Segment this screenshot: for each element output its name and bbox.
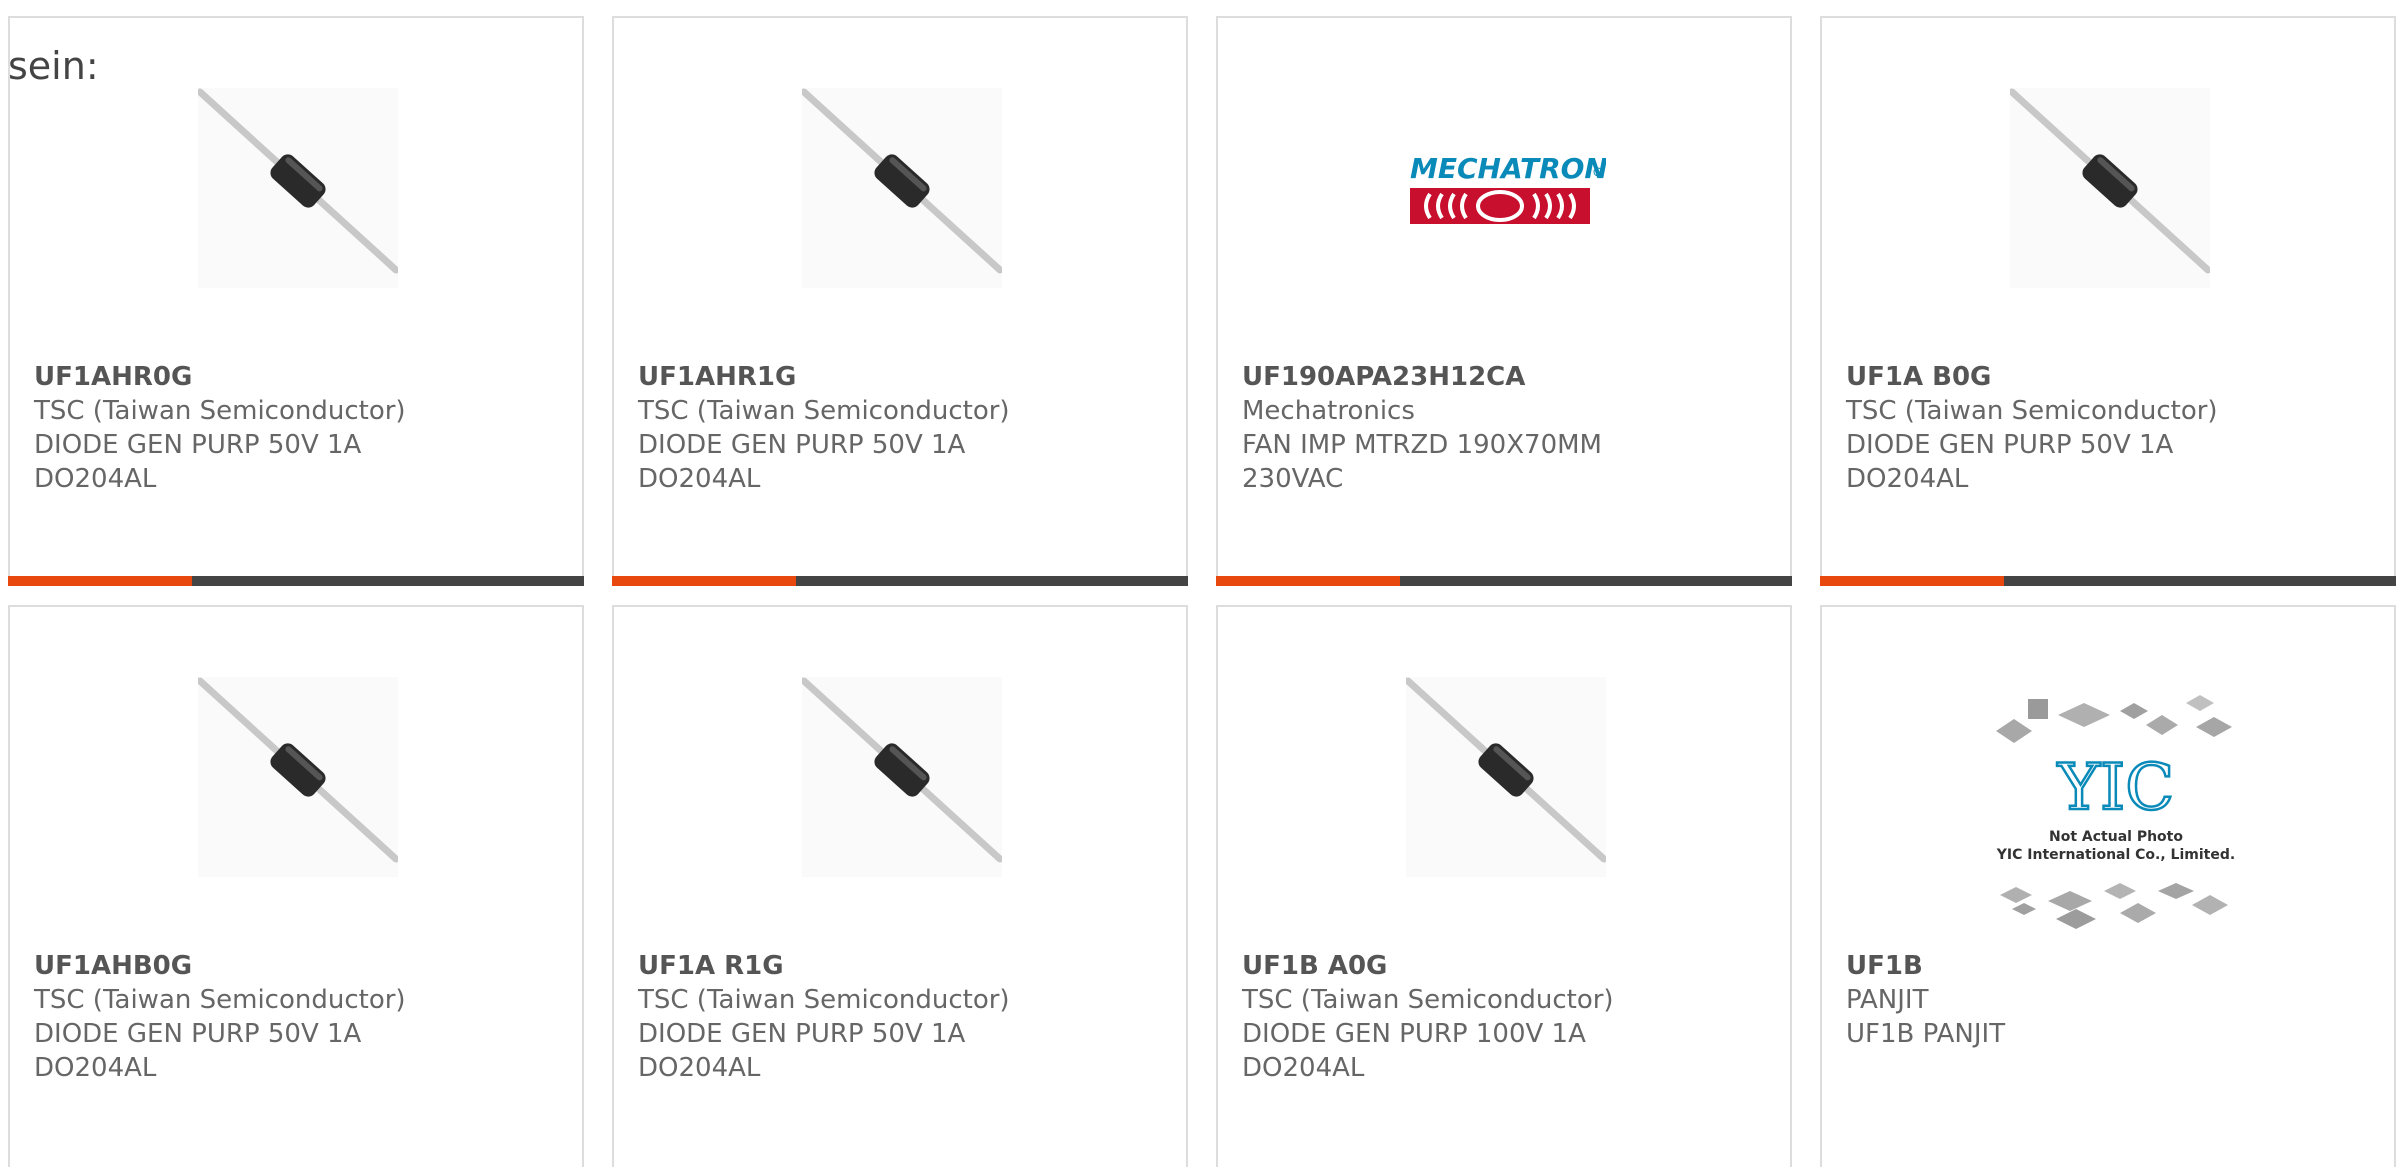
intro-text: sein: bbox=[8, 44, 99, 88]
diode-image[interactable] bbox=[2010, 88, 2210, 288]
description-line-1: DIODE GEN PURP 50V 1A bbox=[638, 430, 966, 460]
product-card[interactable]: UF1A B0G TSC (Taiwan Semiconductor) DIOD… bbox=[1820, 16, 2396, 586]
part-number[interactable]: UF1A R1G bbox=[638, 949, 1010, 983]
product-info: UF1A R1G TSC (Taiwan Semiconductor) DIOD… bbox=[638, 949, 1010, 1085]
diode-image[interactable] bbox=[802, 88, 1002, 288]
product-card[interactable]: UF1AHB0G TSC (Taiwan Semiconductor) DIOD… bbox=[8, 605, 584, 1167]
placeholder-caption-1: Not Actual Photo bbox=[2049, 829, 2183, 845]
card-footer-bar bbox=[612, 576, 1188, 586]
product-info: UF1AHR0G TSC (Taiwan Semiconductor) DIOD… bbox=[34, 360, 406, 496]
manufacturer: TSC (Taiwan Semiconductor) bbox=[638, 985, 1010, 1015]
card-footer-bar bbox=[1216, 576, 1792, 586]
card-footer-bar bbox=[1820, 576, 2396, 586]
product-info: UF1B PANJIT UF1B PANJIT bbox=[1846, 949, 2005, 1051]
description-line-2: 230VAC bbox=[1242, 464, 1344, 494]
product-info: UF1AHB0G TSC (Taiwan Semiconductor) DIOD… bbox=[34, 949, 406, 1085]
card-accent-bar bbox=[1820, 576, 2004, 586]
product-info: UF190APA23H12CA Mechatronics FAN IMP MTR… bbox=[1242, 360, 1602, 496]
description-line-2: DO204AL bbox=[638, 1053, 761, 1083]
product-card[interactable]: MECHATRONICS UF190APA23H12CA Mechatronic bbox=[1216, 16, 1792, 586]
description-line-1: DIODE GEN PURP 50V 1A bbox=[1846, 430, 2174, 460]
product-card[interactable]: UF1AHR0G TSC (Taiwan Semiconductor) DIOD… bbox=[8, 16, 584, 586]
part-number[interactable]: UF190APA23H12CA bbox=[1242, 360, 1602, 394]
part-number[interactable]: UF1AHR1G bbox=[638, 360, 1010, 394]
diode-image[interactable] bbox=[198, 88, 398, 288]
mechatronics-logo[interactable]: MECHATRONICS bbox=[1406, 88, 1606, 288]
manufacturer: PANJIT bbox=[1846, 985, 1929, 1015]
logo-wordmark: MECHATRONICS bbox=[1410, 152, 1606, 185]
description-line-1: DIODE GEN PURP 100V 1A bbox=[1242, 1019, 1586, 1049]
product-card[interactable]: UF1B A0G TSC (Taiwan Semiconductor) DIOD… bbox=[1216, 605, 1792, 1167]
product-info: UF1B A0G TSC (Taiwan Semiconductor) DIOD… bbox=[1242, 949, 1614, 1085]
manufacturer: TSC (Taiwan Semiconductor) bbox=[34, 985, 406, 1015]
yic-placeholder-image[interactable]: YIC Not Actual Photo YIC International C… bbox=[1986, 691, 2246, 931]
description-line-1: FAN IMP MTRZD 190X70MM bbox=[1242, 430, 1602, 460]
description-line-1: DIODE GEN PURP 50V 1A bbox=[638, 1019, 966, 1049]
part-number[interactable]: UF1A B0G bbox=[1846, 360, 2218, 394]
description-line-2: DO204AL bbox=[1846, 464, 1969, 494]
description-line-1: DIODE GEN PURP 50V 1A bbox=[34, 430, 362, 460]
manufacturer: Mechatronics bbox=[1242, 396, 1415, 426]
diode-image[interactable] bbox=[1406, 677, 1606, 877]
manufacturer: TSC (Taiwan Semiconductor) bbox=[1242, 985, 1614, 1015]
product-grid-page: sein: UF1AHR0G TSC (Taiwan Semiconductor… bbox=[0, 0, 2400, 1167]
placeholder-caption-2: YIC International Co., Limited. bbox=[1996, 847, 2235, 863]
card-accent-bar bbox=[1216, 576, 1400, 586]
description-line-1: DIODE GEN PURP 50V 1A bbox=[34, 1019, 362, 1049]
description-line-2: DO204AL bbox=[34, 1053, 157, 1083]
manufacturer: TSC (Taiwan Semiconductor) bbox=[638, 396, 1010, 426]
svg-text:YIC: YIC bbox=[2057, 751, 2175, 825]
diode-image[interactable] bbox=[198, 677, 398, 877]
diode-image[interactable] bbox=[802, 677, 1002, 877]
manufacturer: TSC (Taiwan Semiconductor) bbox=[34, 396, 406, 426]
part-number[interactable]: UF1B bbox=[1846, 949, 2005, 983]
description-line-1: UF1B PANJIT bbox=[1846, 1019, 2006, 1049]
product-info: UF1A B0G TSC (Taiwan Semiconductor) DIOD… bbox=[1846, 360, 2218, 496]
card-accent-bar bbox=[612, 576, 796, 586]
part-number[interactable]: UF1B A0G bbox=[1242, 949, 1614, 983]
product-card[interactable]: YIC Not Actual Photo YIC International C… bbox=[1820, 605, 2396, 1167]
part-number[interactable]: UF1AHR0G bbox=[34, 360, 406, 394]
product-info: UF1AHR1G TSC (Taiwan Semiconductor) DIOD… bbox=[638, 360, 1010, 496]
card-accent-bar bbox=[8, 576, 192, 586]
product-card[interactable]: UF1AHR1G TSC (Taiwan Semiconductor) DIOD… bbox=[612, 16, 1188, 586]
card-footer-bar bbox=[8, 576, 584, 586]
description-line-2: DO204AL bbox=[638, 464, 761, 494]
description-line-2: DO204AL bbox=[34, 464, 157, 494]
part-number[interactable]: UF1AHB0G bbox=[34, 949, 406, 983]
product-card[interactable]: UF1A R1G TSC (Taiwan Semiconductor) DIOD… bbox=[612, 605, 1188, 1167]
manufacturer: TSC (Taiwan Semiconductor) bbox=[1846, 396, 2218, 426]
description-line-2: DO204AL bbox=[1242, 1053, 1365, 1083]
